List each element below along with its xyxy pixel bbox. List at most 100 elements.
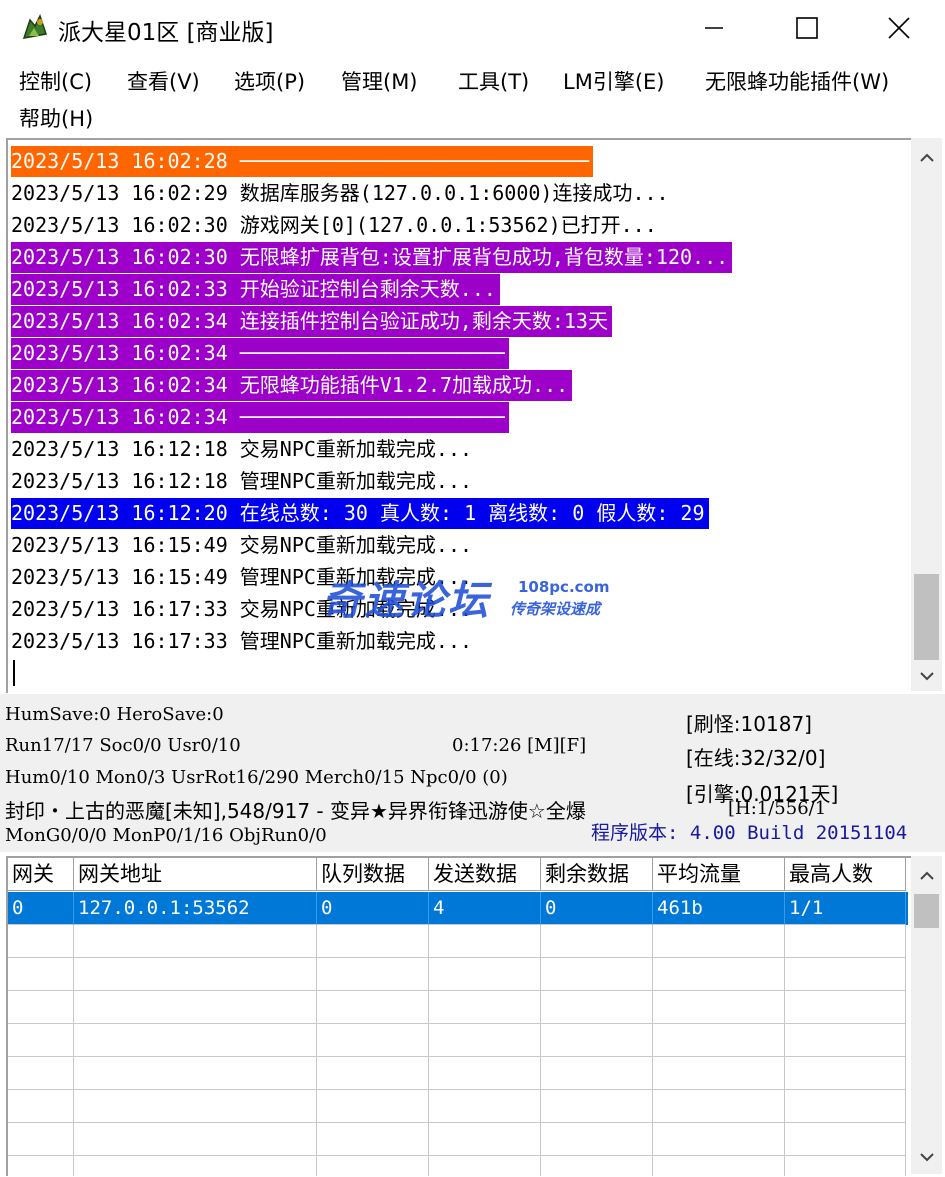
log-time: 2023/5/13 16:02:34 <box>11 373 228 397</box>
log-line: 2023/5/13 16:12:18 管理NPC重新加载完成... <box>11 466 476 497</box>
table-scroll-up-button[interactable] <box>911 862 942 888</box>
chevron-down-icon <box>919 1153 934 1162</box>
log-line: 2023/5/13 16:02:33 开始验证控制台剩余天数... <box>11 274 500 305</box>
table-cell <box>785 925 906 958</box>
menu-control[interactable]: 控制(C) <box>19 66 92 96</box>
scroll-thumb[interactable] <box>914 574 939 660</box>
menu-manage[interactable]: 管理(M) <box>341 66 418 96</box>
table-row[interactable] <box>8 925 908 958</box>
table-cell <box>74 1024 317 1057</box>
table-cell: 0 <box>317 892 429 925</box>
maximize-icon <box>796 17 818 39</box>
scroll-up-button[interactable] <box>911 144 942 170</box>
table-cell <box>8 1156 74 1176</box>
status-hum: Hum0/10 Mon0/3 UsrRot16/290 Merch0/15 Np… <box>5 767 508 788</box>
log-time: 2023/5/13 16:12:20 <box>11 501 228 525</box>
window-title: 派大星01区 [商业版] <box>58 20 274 46</box>
table-cell <box>317 1057 429 1090</box>
menu-view[interactable]: 查看(V) <box>127 66 200 96</box>
log-time: 2023/5/13 16:02:30 <box>11 213 228 237</box>
table-row[interactable] <box>8 1156 908 1176</box>
log-time: 2023/5/13 16:02:30 <box>11 245 228 269</box>
col-sent[interactable]: 发送数据 <box>429 858 541 891</box>
table-row[interactable] <box>8 1123 908 1156</box>
table-row[interactable]: 0 127.0.0.1:53562 0 4 0 461b 1/1 <box>8 892 908 925</box>
menu-tools[interactable]: 工具(T) <box>458 66 529 96</box>
log-line: 2023/5/13 16:02:34 ─────────────────────… <box>11 402 509 433</box>
log-line: 2023/5/13 16:17:33 管理NPC重新加载完成... <box>11 626 476 657</box>
log-time: 2023/5/13 16:02:33 <box>11 277 228 301</box>
table-cell <box>8 958 74 991</box>
col-max-users[interactable]: 最高人数 <box>785 858 906 891</box>
table-cell: 127.0.0.1:53562 <box>74 892 317 925</box>
col-queue[interactable]: 队列数据 <box>317 858 429 891</box>
log-message: 游戏网关[0](127.0.0.1:53562)已打开... <box>239 213 657 237</box>
maximize-button[interactable] <box>776 0 838 56</box>
table-cell <box>317 1090 429 1123</box>
table-row[interactable] <box>8 1090 908 1123</box>
table-scroll-thumb[interactable] <box>914 894 939 928</box>
table-cell <box>317 1156 429 1176</box>
table-cell <box>429 958 541 991</box>
table-cell <box>429 1123 541 1156</box>
menu-bar: 控制(C) 查看(V) 选项(P) 管理(M) 工具(T) LM引擎(E) 无限… <box>0 58 945 136</box>
status-refresh: [刷怪:10187] <box>686 712 812 736</box>
table-scroll-down-button[interactable] <box>911 1144 942 1170</box>
log-scrollbar[interactable] <box>911 138 942 691</box>
gateway-table[interactable]: 网关 网关地址 队列数据 发送数据 剩余数据 平均流量 最高人数 0 127.0.… <box>6 856 913 1176</box>
status-panel: HumSave:0 HeroSave:0 Run17/17 Soc0/0 Usr… <box>0 694 945 852</box>
menu-plugin[interactable]: 无限蜂功能插件(W) <box>705 66 889 96</box>
log-line: 2023/5/13 16:12:18 交易NPC重新加载完成... <box>11 434 476 465</box>
table-cell <box>653 1024 785 1057</box>
log-time: 2023/5/13 16:17:33 <box>11 597 228 621</box>
table-cell <box>8 925 74 958</box>
chevron-up-icon <box>919 871 934 880</box>
table-cell: 4 <box>429 892 541 925</box>
table-cell <box>429 1090 541 1123</box>
menu-lm-engine[interactable]: LM引擎(E) <box>563 66 664 96</box>
log-message: 开始验证控制台剩余天数... <box>239 277 496 301</box>
table-cell <box>541 1057 653 1090</box>
table-cell <box>541 925 653 958</box>
table-cell <box>541 958 653 991</box>
status-map: 封印・上古的恶魔[未知],548/917 - 变异★异界衔锋迅游使☆全爆 <box>5 799 586 823</box>
table-cell <box>785 991 906 1024</box>
log-message: 管理NPC重新加载完成... <box>239 629 473 653</box>
log-message: 交易NPC重新加载完成... <box>239 533 473 557</box>
table-cell <box>429 1156 541 1176</box>
minimize-button[interactable] <box>683 0 745 56</box>
log-message: 无限蜂扩展背包:设置扩展背包成功,背包数量:120... <box>239 245 729 269</box>
log-line: 2023/5/13 16:02:29 数据库服务器(127.0.0.1:6000… <box>11 178 673 209</box>
table-cell <box>653 958 785 991</box>
table-cell <box>74 1090 317 1123</box>
col-gateway[interactable]: 网关 <box>8 858 74 891</box>
table-cell: 0 <box>8 892 74 925</box>
col-avg-traffic[interactable]: 平均流量 <box>653 858 785 891</box>
table-cell <box>785 1123 906 1156</box>
watermark-url: 108pc.com <box>518 578 610 596</box>
table-cell <box>429 1024 541 1057</box>
table-row[interactable] <box>8 991 908 1024</box>
status-runtime: 0:17:26 [M][F] <box>452 735 587 756</box>
scroll-down-button[interactable] <box>911 663 942 689</box>
close-button[interactable] <box>868 0 930 56</box>
minimize-icon <box>705 27 723 29</box>
table-row[interactable] <box>8 958 908 991</box>
menu-help[interactable]: 帮助(H) <box>19 103 93 133</box>
title-bar: 派大星01区 [商业版] <box>0 0 945 56</box>
table-scrollbar[interactable] <box>911 856 942 1174</box>
status-mon: MonG0/0/0 MonP0/1/16 ObjRun0/0 <box>5 825 327 846</box>
log-message: ───────────────────────────── <box>239 149 589 173</box>
table-cell <box>8 1123 74 1156</box>
table-cell <box>541 1123 653 1156</box>
col-remaining[interactable]: 剩余数据 <box>541 858 653 891</box>
table-header: 网关 网关地址 队列数据 发送数据 剩余数据 平均流量 最高人数 <box>8 858 913 891</box>
col-gateway-address[interactable]: 网关地址 <box>74 858 317 891</box>
status-save: HumSave:0 HeroSave:0 <box>5 704 224 725</box>
log-time: 2023/5/13 16:12:18 <box>11 437 228 461</box>
menu-options[interactable]: 选项(P) <box>234 66 305 96</box>
table-cell <box>317 958 429 991</box>
table-row[interactable] <box>8 1024 908 1057</box>
log-line: 2023/5/13 16:02:30 无限蜂扩展背包:设置扩展背包成功,背包数量… <box>11 242 733 273</box>
table-row[interactable] <box>8 1057 908 1090</box>
